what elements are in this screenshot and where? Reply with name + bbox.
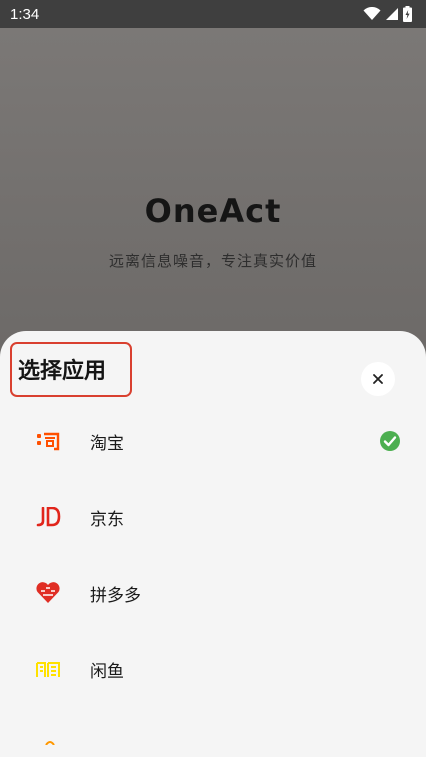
- app-item-pinduoduo[interactable]: 拼多多: [0, 555, 426, 631]
- status-bar: 1:34: [0, 0, 426, 28]
- wifi-icon: [363, 7, 381, 20]
- close-button[interactable]: [361, 362, 395, 396]
- app-label: 京东: [90, 509, 124, 530]
- app-list: 淘宝 京东 拼多多 闲鱼: [0, 403, 426, 747]
- app-label: 闲鱼: [90, 661, 124, 682]
- app-icon: [34, 737, 62, 747]
- app-item-xianyu[interactable]: 闲鱼: [0, 631, 426, 707]
- status-time: 1:34: [10, 5, 40, 23]
- sheet-title: 选择应用: [18, 359, 107, 384]
- xianyu-icon: [34, 655, 62, 683]
- pinduoduo-icon: [34, 579, 62, 607]
- app-label: 淘宝: [90, 433, 124, 454]
- app-label: 拼多多: [90, 585, 141, 606]
- app-item-taobao[interactable]: 淘宝: [0, 403, 426, 479]
- battery-charging-icon: [403, 6, 412, 22]
- status-icons: [363, 6, 412, 22]
- jd-icon: [34, 503, 62, 531]
- close-icon: [373, 374, 383, 384]
- app-picker-sheet: 选择应用 淘宝 京东 拼多多 闲鱼: [0, 331, 426, 757]
- brand-slogan: 远离信息噪音，专注真实价值: [108, 252, 317, 270]
- app-item-partial[interactable]: [0, 707, 426, 747]
- background-screen: [0, 28, 426, 348]
- check-circle-icon: [380, 431, 400, 451]
- cellular-icon: [386, 8, 398, 20]
- app-item-jd[interactable]: 京东: [0, 479, 426, 555]
- taobao-icon: [34, 427, 62, 455]
- brand-title: OneAct: [144, 192, 282, 230]
